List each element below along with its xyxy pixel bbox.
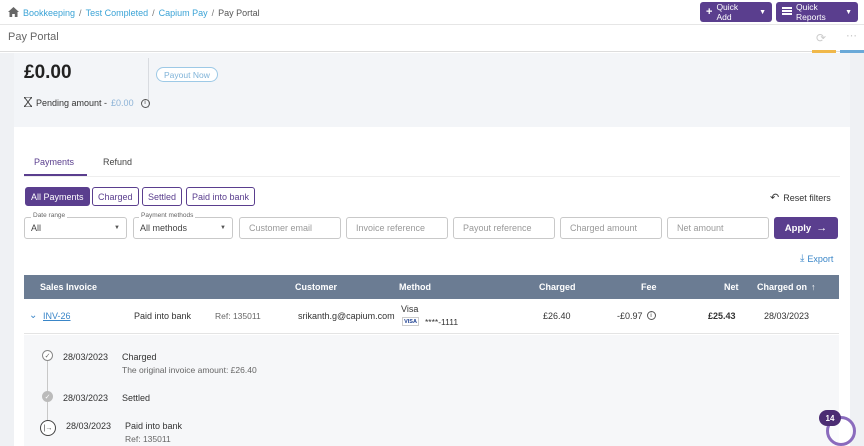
payment-methods-select[interactable]: All methods ▼ [133, 217, 233, 239]
quick-reports-button[interactable]: Quick Reports ▼ [776, 2, 858, 22]
pending-amount: Pending amount - £0.00 i [23, 96, 150, 109]
row-card-number: ****-1111 [425, 317, 459, 327]
check-circle-filled-icon: ✓ [42, 391, 53, 402]
filter-settled[interactable]: Settled [142, 187, 183, 206]
filter-all-payments[interactable]: All Payments [25, 187, 90, 206]
timeline-title: Paid into bank [125, 421, 183, 431]
pending-label: Pending amount - [36, 98, 108, 108]
col-charged-on[interactable]: Charged on ↑ [757, 282, 816, 292]
breadcrumb-capium-pay[interactable]: Capium Pay [159, 8, 208, 18]
visa-card-icon: VISA [402, 317, 419, 326]
col-fee[interactable]: Fee [641, 282, 657, 292]
row-net: £25.43 [708, 311, 736, 321]
caret-down-icon: ▼ [220, 225, 226, 231]
timeline-date: 28/03/2023 [63, 393, 109, 403]
row-ref: Ref: 135011 [215, 311, 261, 321]
breadcrumb: Bookkeeping / Test Completed / Capium Pa… [8, 7, 260, 19]
quick-add-label: Quick Add [716, 2, 739, 22]
info-icon[interactable]: i [646, 311, 656, 320]
reset-filters-label: Reset filters [783, 192, 831, 203]
row-fee-value: -£0.97 [617, 311, 643, 321]
timeline-title: Settled [122, 393, 151, 403]
row-method: Visa [401, 304, 419, 314]
breadcrumb-test-completed[interactable]: Test Completed [86, 8, 149, 18]
invoice-link[interactable]: INV-26 [43, 311, 71, 321]
col-sales-invoice[interactable]: Sales Invoice [40, 282, 97, 292]
payout-reference-input[interactable]: Payout reference [453, 217, 555, 239]
invoice-reference-input[interactable]: Invoice reference [346, 217, 448, 239]
filter-charged[interactable]: Charged [92, 187, 139, 206]
more-icon[interactable]: ⋯ [846, 29, 857, 42]
timeline-title: Charged [122, 352, 157, 362]
date-range-select[interactable]: All ▼ [24, 217, 127, 239]
breadcrumb-bookkeeping[interactable]: Bookkeeping [23, 8, 75, 18]
export-button[interactable]: ⤓ Export [800, 253, 833, 264]
table-header [24, 275, 839, 299]
col-charged[interactable]: Charged [539, 282, 576, 292]
balance-amount: £0.00 [24, 62, 72, 83]
timeline-date: 28/03/2023 [63, 352, 109, 362]
timeline-date: 28/03/2023 [66, 421, 112, 431]
notification-badge[interactable]: 14 [819, 410, 841, 426]
breadcrumb-current: Pay Portal [218, 8, 260, 18]
bank-transfer-icon: |→ [40, 420, 56, 436]
caret-down-icon: ▼ [114, 225, 120, 231]
tab-refund[interactable]: Refund [103, 157, 132, 167]
quick-add-button[interactable]: + Quick Add ▼ [700, 2, 772, 22]
payment-methods-value: All methods [140, 223, 188, 233]
row-charged-on: 28/03/2023 [764, 311, 810, 321]
info-icon[interactable]: i [140, 98, 150, 108]
arrow-right-icon: → [816, 222, 828, 234]
chevron-down-icon: ▼ [845, 8, 852, 16]
col-customer[interactable]: Customer [295, 282, 337, 292]
download-icon: ⤓ [800, 253, 805, 264]
charged-amount-input[interactable]: Charged amount [560, 217, 662, 239]
check-circle-icon: ✓ [42, 350, 53, 361]
sort-arrow-up-icon: ↑ [811, 282, 816, 292]
page-title: Pay Portal [8, 31, 59, 43]
reset-filters-button[interactable]: ↶ Reset filters [770, 191, 831, 204]
date-range-value: All [31, 223, 42, 233]
row-customer: srikanth.g@capium.com [298, 311, 395, 321]
chevron-down-icon: ▼ [759, 8, 766, 16]
net-amount-input[interactable]: Net amount [667, 217, 769, 239]
apply-label: Apply [784, 222, 812, 234]
payment-methods-label: Payment methods [139, 212, 196, 219]
row-status: Paid into bank [134, 311, 192, 321]
home-icon[interactable] [8, 7, 19, 19]
tab-payments[interactable]: Payments [34, 157, 74, 167]
customer-email-input[interactable]: Customer email [239, 217, 341, 239]
export-label: Export [807, 253, 834, 264]
timeline-sub: Ref: 135011 [125, 434, 171, 444]
summary-panel [14, 53, 850, 127]
date-range-label: Date range [31, 212, 68, 219]
col-net[interactable]: Net [724, 282, 739, 292]
col-charged-on-label: Charged on [757, 282, 808, 292]
row-charged: £26.40 [543, 311, 571, 321]
grid-icon [782, 7, 792, 17]
payout-now-button[interactable]: Payout Now [156, 67, 218, 82]
hourglass-icon [23, 96, 33, 109]
refresh-icon[interactable]: ⟳ [816, 31, 826, 45]
quick-reports-label: Quick Reports [796, 2, 826, 22]
row-fee: -£0.97 i [617, 311, 656, 321]
timeline-sub: The original invoice amount: £26.40 [122, 365, 257, 375]
col-method[interactable]: Method [399, 282, 431, 292]
filter-paid-into-bank[interactable]: Paid into bank [186, 187, 256, 206]
undo-icon: ↶ [770, 192, 780, 204]
tab-divider [24, 176, 840, 177]
page-header [0, 26, 864, 52]
plus-icon: + [706, 6, 713, 18]
apply-button[interactable]: Apply → [774, 217, 838, 239]
pending-value: £0.00 [111, 98, 134, 108]
expand-chevron-icon[interactable]: ⌄ [29, 310, 37, 321]
